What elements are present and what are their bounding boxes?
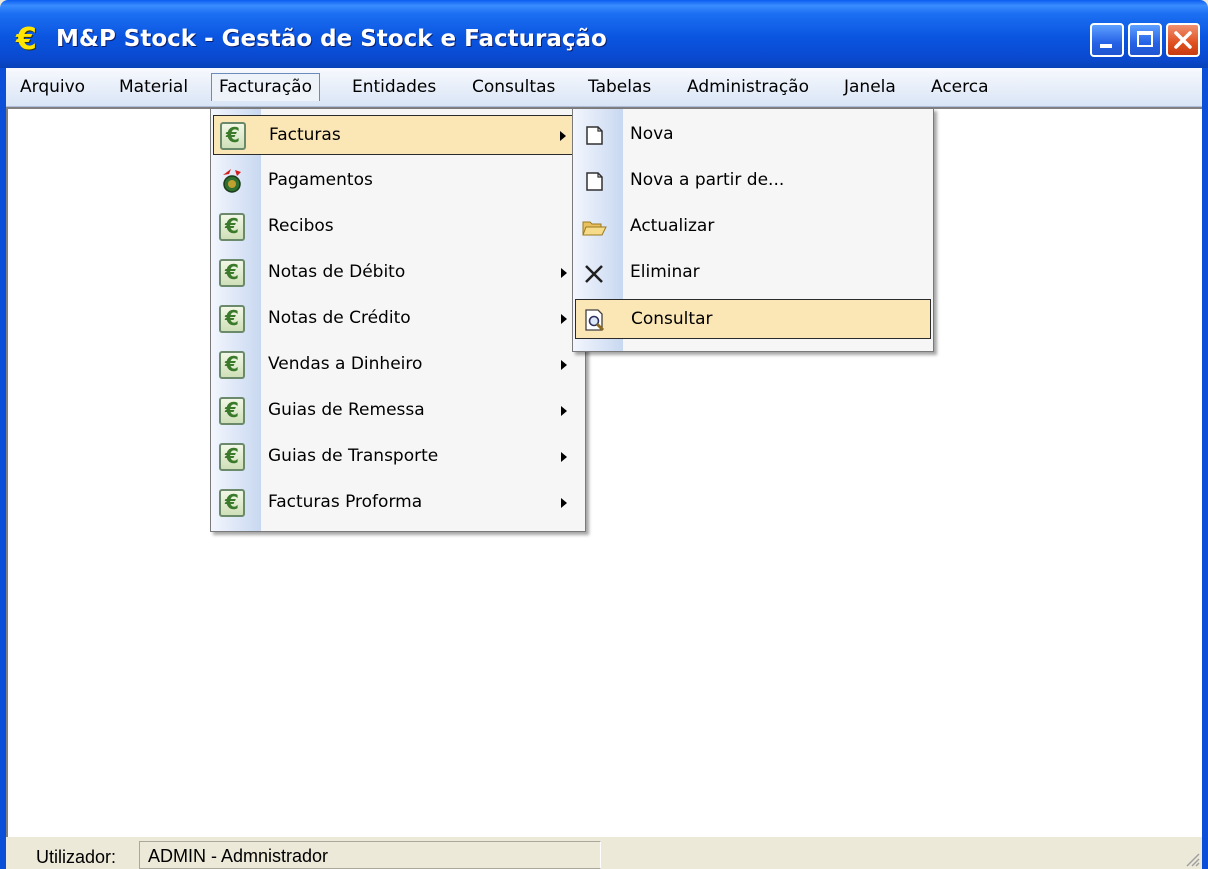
- minimize-button[interactable]: [1090, 23, 1124, 57]
- facturacao-menu: € Facturas Pagamentos € Recibos € Notas …: [210, 108, 586, 532]
- menu-item-guias-remessa[interactable]: € Guias de Remessa: [213, 391, 583, 431]
- resize-grip-icon[interactable]: [1184, 851, 1200, 867]
- euro-icon: €: [219, 351, 245, 379]
- euro-icon: €: [220, 122, 246, 150]
- minimize-icon: [1100, 44, 1112, 48]
- menu-item-pagamentos[interactable]: Pagamentos: [213, 161, 583, 201]
- menu-item-label: Nova a partir de...: [630, 170, 785, 190]
- submenu-item-consultar[interactable]: Consultar: [575, 299, 931, 339]
- submenu-arrow-icon: [561, 314, 567, 324]
- window-border-right: [1202, 68, 1208, 869]
- menu-item-guias-transporte[interactable]: € Guias de Transporte: [213, 437, 583, 477]
- menu-item-recibos[interactable]: € Recibos: [213, 207, 583, 247]
- status-user-label: Utilizador:: [36, 847, 117, 867]
- menu-janela[interactable]: Janela: [837, 73, 903, 101]
- menu-item-vendas-dinheiro[interactable]: € Vendas a Dinheiro: [213, 345, 583, 385]
- menu-item-label: Eliminar: [630, 262, 700, 282]
- menu-tabelas[interactable]: Tabelas: [581, 73, 658, 101]
- print-preview-icon: [585, 309, 605, 332]
- submenu-arrow-icon: [561, 268, 567, 278]
- facturas-submenu: Nova Nova a partir de... Actualizar Elim…: [572, 108, 934, 352]
- submenu-arrow-icon: [560, 131, 566, 141]
- new-document-icon: [586, 126, 603, 145]
- close-button[interactable]: [1166, 23, 1200, 57]
- menu-item-label: Notas de Débito: [268, 262, 406, 282]
- submenu-arrow-icon: [561, 452, 567, 462]
- window-title: M&P Stock - Gestão de Stock e Facturação: [56, 26, 607, 52]
- menu-item-facturas-proforma[interactable]: € Facturas Proforma: [213, 483, 583, 523]
- euro-icon: €: [219, 443, 245, 471]
- menu-arquivo[interactable]: Arquivo: [13, 73, 92, 101]
- euro-icon: €: [219, 305, 245, 333]
- submenu-arrow-icon: [561, 406, 567, 416]
- menu-entidades[interactable]: Entidades: [345, 73, 443, 101]
- menu-material[interactable]: Material: [112, 73, 195, 101]
- submenu-item-nova[interactable]: Nova: [575, 115, 931, 155]
- delete-x-icon: [585, 265, 603, 283]
- menu-bar: Arquivo Material Facturação Entidades Co…: [0, 68, 1208, 107]
- menu-item-label: Vendas a Dinheiro: [268, 354, 423, 374]
- submenu-item-nova-a-partir-de[interactable]: Nova a partir de...: [575, 161, 931, 201]
- submenu-arrow-icon: [561, 360, 567, 370]
- close-icon: [1174, 31, 1192, 49]
- euro-icon: €: [16, 22, 37, 57]
- euro-icon: €: [219, 213, 245, 241]
- app-window: € M&P Stock - Gestão de Stock e Facturaç…: [0, 0, 1208, 869]
- euro-icon: €: [219, 489, 245, 517]
- euro-icon: €: [219, 397, 245, 425]
- menu-item-label: Guias de Transporte: [268, 446, 439, 466]
- maximize-button[interactable]: [1128, 23, 1162, 57]
- open-folder-icon: [582, 221, 607, 236]
- submenu-item-actualizar[interactable]: Actualizar: [575, 207, 931, 247]
- maximize-icon: [1137, 31, 1153, 47]
- submenu-item-eliminar[interactable]: Eliminar: [575, 253, 931, 293]
- new-document-icon: [586, 172, 603, 191]
- menu-item-label: Pagamentos: [268, 170, 373, 190]
- menu-item-label: Recibos: [268, 216, 334, 236]
- menu-item-label: Actualizar: [630, 216, 715, 236]
- menu-item-label: Facturas Proforma: [268, 492, 423, 512]
- euro-icon: €: [219, 259, 245, 287]
- payment-icon: [223, 169, 241, 193]
- status-user-value: ADMIN - Admnistrador: [139, 841, 601, 869]
- submenu-arrow-icon: [561, 498, 567, 508]
- menu-acerca[interactable]: Acerca: [924, 73, 996, 101]
- menu-item-facturas[interactable]: € Facturas: [213, 115, 583, 155]
- menu-item-notas-credito[interactable]: € Notas de Crédito: [213, 299, 583, 339]
- menu-item-label: Consultar: [631, 309, 713, 329]
- title-bar[interactable]: € M&P Stock - Gestão de Stock e Facturaç…: [0, 0, 1208, 68]
- menu-facturacao[interactable]: Facturação: [211, 73, 320, 101]
- menu-item-notas-debito[interactable]: € Notas de Débito: [213, 253, 583, 293]
- menu-administracao[interactable]: Administração: [680, 73, 816, 101]
- menu-consultas[interactable]: Consultas: [465, 73, 562, 101]
- menu-item-label: Guias de Remessa: [268, 400, 425, 420]
- menu-item-label: Notas de Crédito: [268, 308, 411, 328]
- menu-item-label: Nova: [630, 124, 674, 144]
- status-bar: Utilizador: ADMIN - Admnistrador: [6, 837, 1202, 869]
- menu-item-label: Facturas: [269, 125, 341, 145]
